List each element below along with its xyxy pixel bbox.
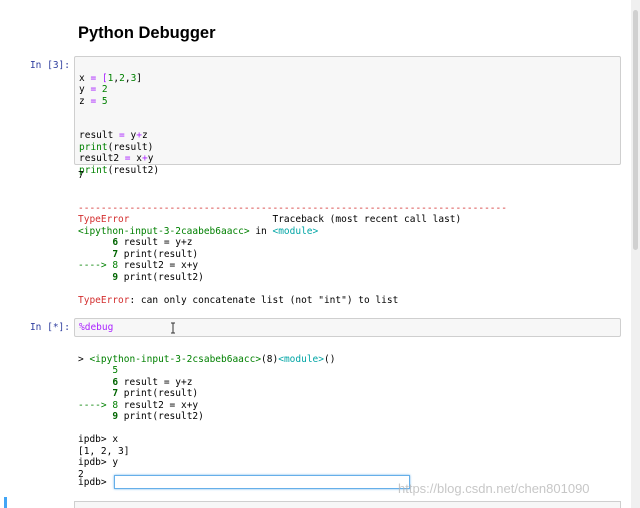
ipdb-session-line: ipdb> y: [78, 457, 119, 468]
code-line-4: result = y+z: [79, 130, 148, 141]
code-line-6: result2 = x+y: [79, 153, 154, 164]
debug-line: 9 print(result2): [112, 411, 204, 422]
debug-line: 7 print(result): [112, 388, 199, 399]
debug-output: > <ipython-input-3-2csabeb6aacc>(8)<modu…: [78, 342, 335, 492]
ipdb-input-field[interactable]: [114, 475, 410, 489]
scrollbar-thumb[interactable]: [633, 10, 638, 250]
traceback-line: 7 print(result): [112, 248, 199, 260]
code-line-2: y = 2: [79, 84, 108, 95]
debug-line: 5: [112, 365, 119, 376]
traceback: ----------------------------------------…: [78, 191, 507, 318]
debug-header: > <ipython-input-3-2csabeb6aacc>(8)<modu…: [78, 353, 336, 365]
cell1-input[interactable]: x = [1,2,3] y = 2z = 5 result = y+z print(…: [74, 56, 621, 176]
watermark-text: https://blog.csdn.net/chen801090: [398, 481, 590, 496]
debug-line: 6 result = y+z: [112, 376, 193, 388]
traceback-error-message: TypeError: can only concatenate list (no…: [78, 294, 399, 306]
text-cursor-icon: [171, 322, 175, 334]
cell2-code[interactable]: %debug: [79, 322, 113, 334]
traceback-rule: ----------------------------------------…: [78, 202, 507, 214]
debug-line-current: ----> 8 result2 = x+y: [78, 399, 199, 411]
cell1-prompt: In [3]:: [29, 60, 70, 71]
code-line-7: print(result2): [79, 164, 160, 176]
traceback-line: 9 print(result2): [112, 271, 204, 283]
code-line-3: z = 5: [79, 95, 108, 107]
ipdb-input-prompt: ipdb>: [78, 477, 107, 488]
traceback-blank: [78, 283, 507, 295]
ipdb-session-line: ipdb> x: [78, 434, 119, 445]
code-line-5: print(result): [79, 141, 154, 153]
selected-cell-indicator: [4, 497, 7, 508]
cell1-output-value: 7: [78, 170, 84, 181]
ipdb-session-line: [1, 2, 3]: [78, 445, 130, 457]
code-line-1: x = [1,2,3]: [79, 72, 143, 84]
traceback-module-line: <ipython-input-3-2caabeb6aacc> in <modul…: [78, 225, 319, 237]
traceback-line-current: ----> 8 result2 = x+y: [78, 260, 199, 271]
debug-blank: [78, 423, 335, 435]
code-blank-2: [79, 119, 159, 131]
traceback-header: TypeError Traceback (most recent call la…: [78, 214, 462, 225]
next-cell-input[interactable]: [74, 501, 621, 508]
notebook-heading: Python Debugger: [78, 24, 216, 42]
traceback-line: 6 result = y+z: [112, 237, 193, 248]
cell1-code[interactable]: x = [1,2,3] y = 2z = 5 result = y+z print(…: [79, 61, 159, 199]
cell2-input[interactable]: %debug: [74, 318, 621, 337]
code-blank-1: [79, 107, 159, 119]
cell2-prompt: In [*]:: [29, 322, 70, 333]
